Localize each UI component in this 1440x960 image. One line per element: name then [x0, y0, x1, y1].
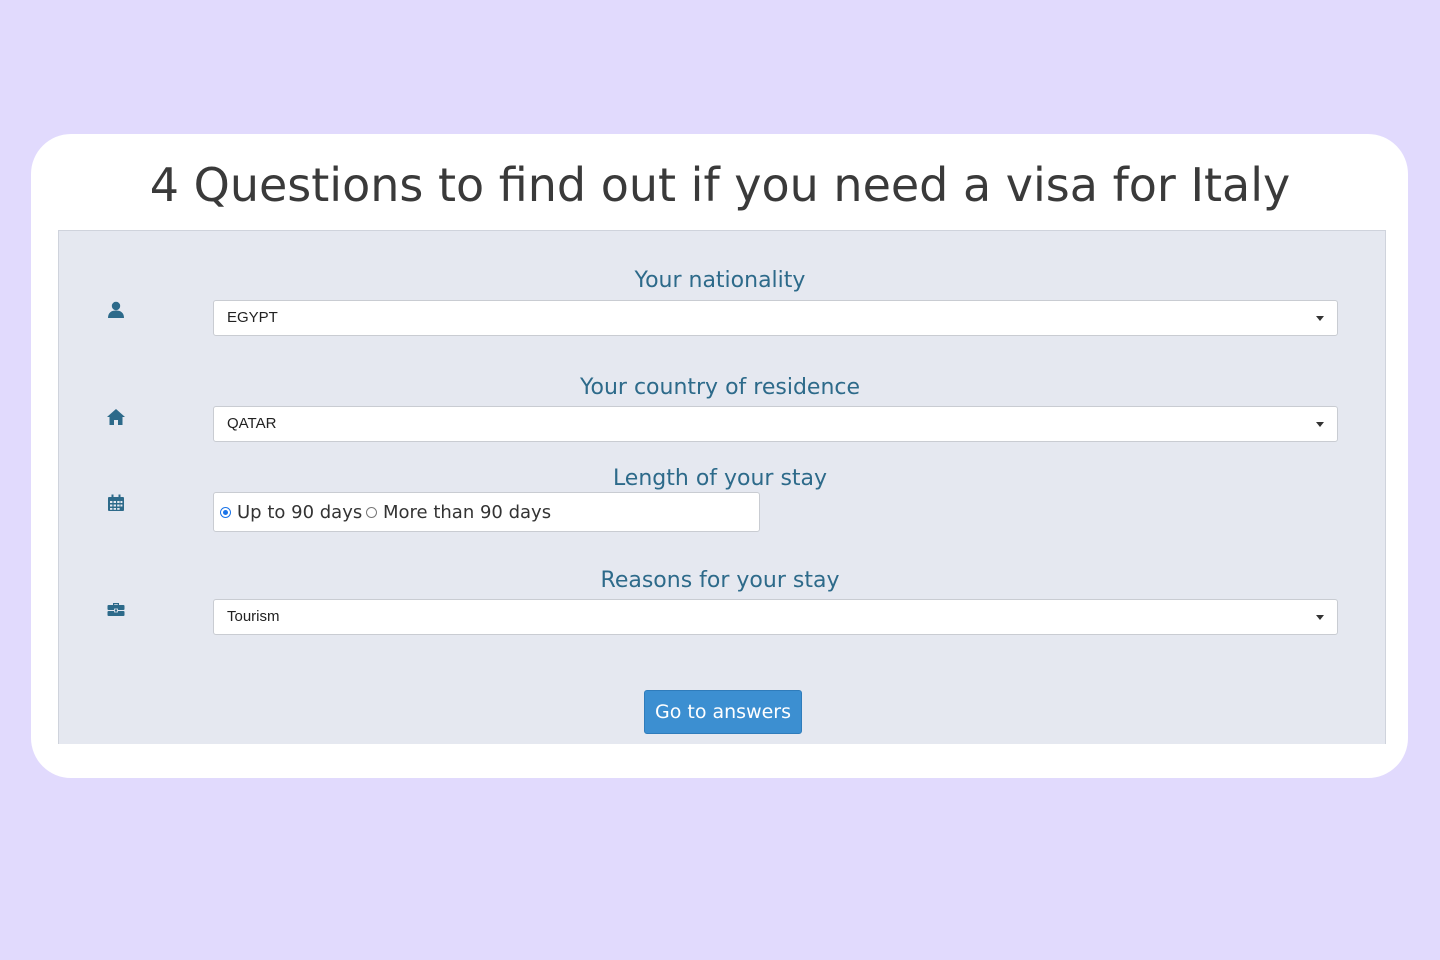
chevron-down-icon — [1316, 316, 1324, 321]
residence-select-value: QATAR — [227, 415, 277, 432]
nationality-select-value: EGYPT — [227, 309, 278, 326]
go-to-answers-button[interactable]: Go to answers — [644, 690, 802, 734]
radio-button-checked[interactable] — [220, 506, 231, 518]
nationality-select[interactable]: EGYPT — [213, 300, 1338, 336]
calendar-icon — [106, 493, 126, 513]
radio-button-unchecked[interactable] — [366, 506, 377, 518]
stay-length-label: Length of your stay — [612, 466, 828, 491]
home-icon — [106, 407, 126, 427]
nationality-label: Your nationality — [634, 268, 806, 293]
radio-up-to-90-days[interactable]: Up to 90 days — [220, 493, 362, 531]
briefcase-icon — [106, 599, 126, 619]
user-icon — [106, 300, 126, 320]
page-title: 4 Questions to find out if you need a vi… — [149, 158, 1291, 212]
residence-label: Your country of residence — [579, 375, 861, 400]
reason-select-value: Tourism — [227, 608, 280, 625]
chevron-down-icon — [1316, 615, 1324, 620]
radio-more-than-90-days[interactable]: More than 90 days — [366, 493, 551, 531]
chevron-down-icon — [1316, 422, 1324, 427]
radio-label: More than 90 days — [383, 501, 552, 523]
reason-label: Reasons for your stay — [600, 568, 840, 593]
radio-label: Up to 90 days — [237, 501, 363, 523]
residence-select[interactable]: QATAR — [213, 406, 1338, 442]
stay-length-radio-group: Up to 90 days More than 90 days — [213, 492, 760, 532]
reason-select[interactable]: Tourism — [213, 599, 1338, 635]
